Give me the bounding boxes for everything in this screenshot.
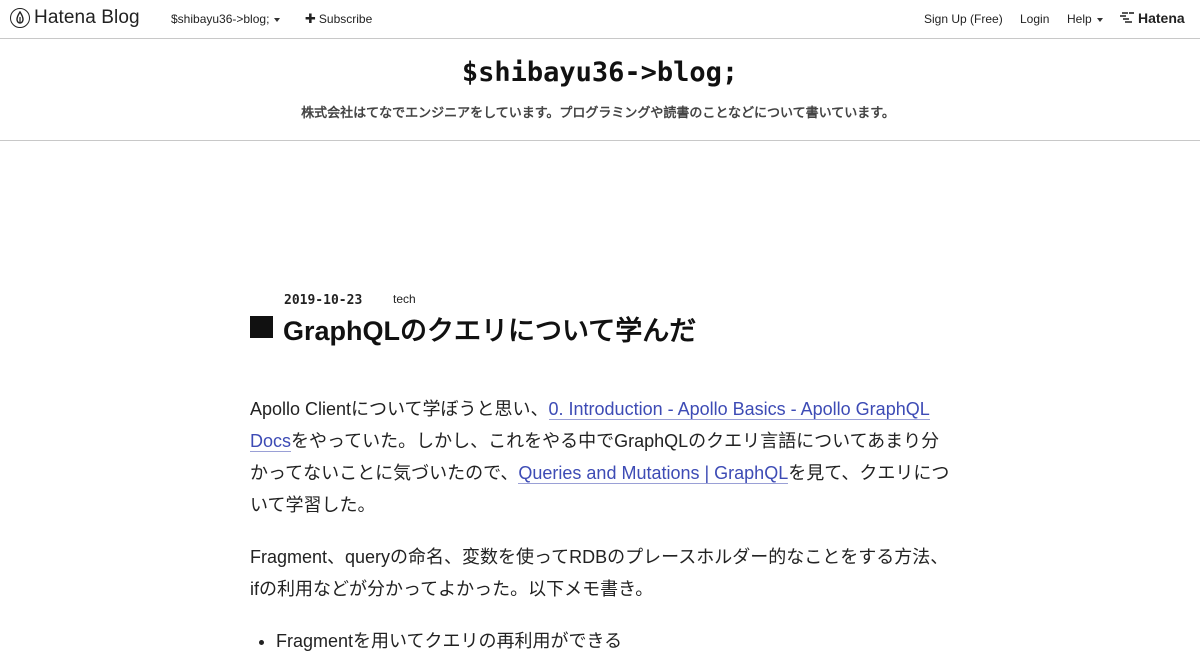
hatena-logo[interactable]: Hatena <box>1120 10 1185 26</box>
signup-link[interactable]: Sign Up (Free) <box>924 12 1003 26</box>
plus-icon: ✚ <box>305 11 316 26</box>
blog-menu[interactable]: $shibayu36->blog; <box>171 12 281 26</box>
brand-name: Hatena Blog <box>34 7 140 28</box>
login-label: Login <box>1020 12 1050 26</box>
entry-date[interactable]: 2019-10-23 <box>284 293 362 308</box>
paragraph-1: Apollo Clientについて学ぼうと思い、0. Introduction … <box>250 393 950 521</box>
chevron-down-icon <box>1096 17 1103 22</box>
chevron-down-icon <box>274 17 281 22</box>
title-square-icon <box>250 316 273 338</box>
blog-menu-label: $shibayu36->blog; <box>171 12 270 26</box>
subscribe-button[interactable]: ✚ Subscribe <box>305 12 372 26</box>
blog-description: 株式会社はてなでエンジニアをしています。プログラミングや読書のことなどについて書… <box>301 105 895 120</box>
hatena-logo-icon <box>1120 11 1135 26</box>
global-header: Hatena Blog $shibayu36->blog; ✚ Subscrib… <box>0 0 1200 39</box>
hatena-blog-logo[interactable]: Hatena Blog <box>10 7 140 29</box>
graphql-queries-link[interactable]: Queries and Mutations | GraphQL <box>518 463 789 484</box>
blog-header: $shibayu36->blog; 株式会社はてなでエンジニアをしています。プロ… <box>0 40 1200 141</box>
paragraph-text: Apollo Clientについて学ぼうと思い、 <box>250 399 549 419</box>
help-menu[interactable]: Help <box>1067 12 1103 26</box>
hatena-logo-text: Hatena <box>1138 10 1185 26</box>
paragraph-2: Fragment、queryの命名、変数を使ってRDBのプレースホルダー的なこと… <box>250 547 949 599</box>
help-label: Help <box>1067 12 1092 26</box>
login-link[interactable]: Login <box>1020 12 1049 26</box>
entry-title[interactable]: GraphQLのクエリについて学んだ <box>283 309 696 348</box>
subscribe-label: Subscribe <box>318 12 373 26</box>
blog-title[interactable]: $shibayu36->blog; <box>0 57 1200 88</box>
entry-content: Apollo Clientについて学ぼうと思い、0. Introduction … <box>250 393 950 657</box>
entry-category[interactable]: tech <box>393 292 416 306</box>
hatena-blog-logo-icon <box>10 8 30 28</box>
signup-label: Sign Up (Free) <box>924 12 1003 26</box>
